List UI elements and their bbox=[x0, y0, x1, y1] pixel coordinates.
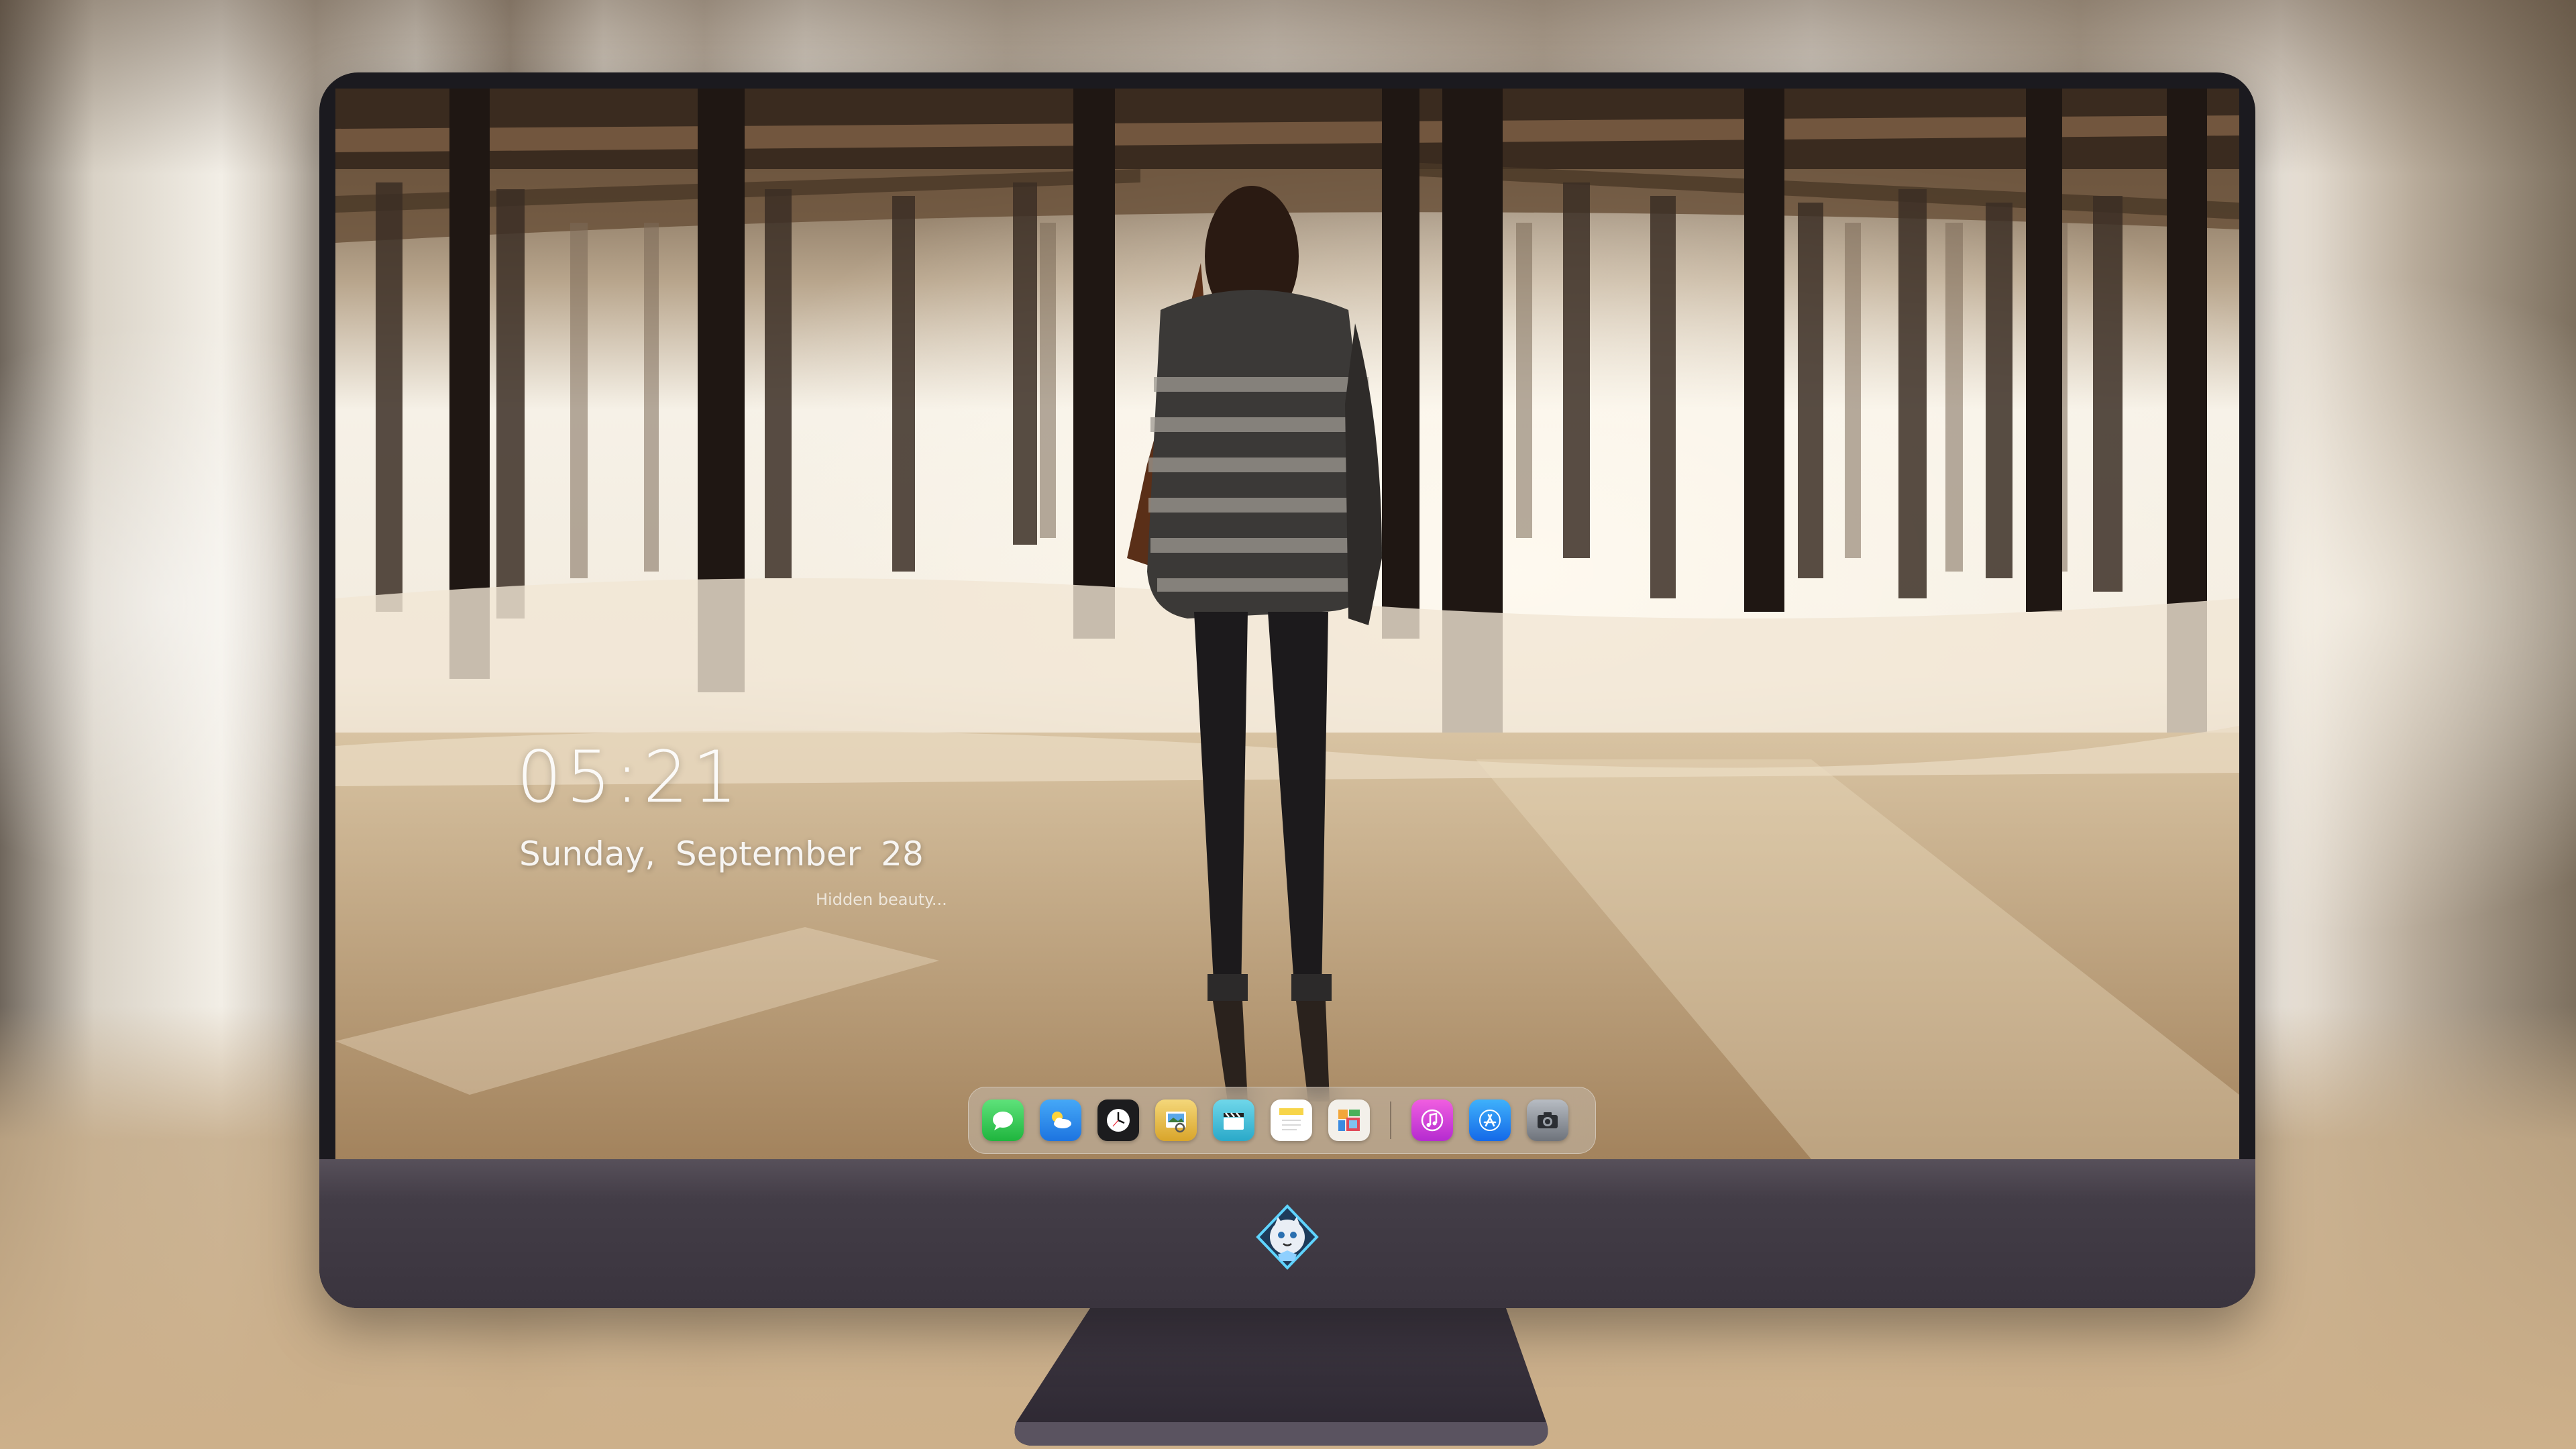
lock-quote: Hidden beauty... bbox=[816, 890, 947, 909]
camera-icon[interactable] bbox=[1527, 1099, 1568, 1141]
photos-collage-icon[interactable] bbox=[1328, 1099, 1370, 1141]
wallpaper bbox=[335, 89, 2239, 1159]
preview-icon[interactable] bbox=[1155, 1099, 1197, 1141]
lock-time: 05:21 bbox=[517, 736, 742, 818]
dock-separator bbox=[1390, 1102, 1391, 1139]
monitor: 05:21 Sunday, September 28 Hidden beauty… bbox=[319, 72, 2255, 1308]
clapper-icon[interactable] bbox=[1213, 1099, 1254, 1141]
clock-icon[interactable] bbox=[1097, 1099, 1139, 1141]
music-icon[interactable] bbox=[1411, 1099, 1453, 1141]
notes-icon[interactable] bbox=[1271, 1099, 1312, 1141]
monitor-stand bbox=[1014, 1308, 1548, 1446]
dock bbox=[968, 1087, 1596, 1154]
mascot-logo bbox=[1256, 1204, 1319, 1270]
lock-date: Sunday, September 28 bbox=[519, 835, 924, 873]
messages-icon[interactable] bbox=[982, 1099, 1024, 1141]
app-store-icon[interactable] bbox=[1469, 1099, 1511, 1141]
lock-screen: 05:21 Sunday, September 28 Hidden beauty… bbox=[335, 89, 2239, 1159]
weather-icon[interactable] bbox=[1040, 1099, 1081, 1141]
